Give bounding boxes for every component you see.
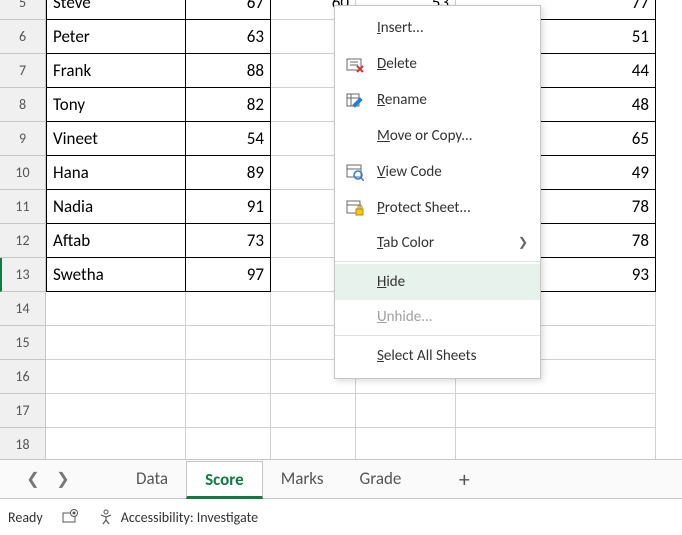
status-accessibility[interactable]: Accessibility: Investigate: [97, 508, 258, 526]
tab-nav-next[interactable]: ❯: [48, 460, 78, 498]
status-macro[interactable]: [61, 508, 79, 526]
menu-unhide: Unhide...: [335, 300, 540, 336]
cell-name[interactable]: Aftab: [46, 224, 186, 258]
cell-value[interactable]: 54: [186, 122, 271, 156]
empty-cell[interactable]: [186, 360, 271, 394]
delete-sheet-icon: [345, 54, 365, 74]
empty-cell[interactable]: [356, 428, 456, 462]
row-header[interactable]: 13: [0, 258, 46, 292]
row-header[interactable]: 11: [0, 190, 46, 224]
cell-value[interactable]: 63: [186, 20, 271, 54]
row-header[interactable]: 15: [0, 326, 46, 360]
empty-cell[interactable]: [46, 292, 186, 326]
empty-cell[interactable]: [271, 428, 356, 462]
rename-icon: [345, 90, 365, 110]
menu-delete[interactable]: Delete: [335, 46, 540, 82]
cell-name[interactable]: Tony: [46, 88, 186, 122]
menu-move-copy[interactable]: Move or Copy...: [335, 118, 540, 154]
empty-cell[interactable]: [356, 394, 456, 428]
empty-cell[interactable]: [186, 428, 271, 462]
row-header[interactable]: 18: [0, 428, 46, 462]
view-code-icon: [345, 162, 365, 182]
row-header[interactable]: 10: [0, 156, 46, 190]
spreadsheet-grid[interactable]: 5Steve676053776Peter63517Frank88448Tony8…: [0, 0, 656, 462]
sheet-context-menu: Insert... Delete Rename Move or Copy... …: [334, 5, 541, 379]
chevron-right-icon: ❯: [518, 235, 528, 250]
row-header[interactable]: 17: [0, 394, 46, 428]
menu-view-code[interactable]: View Code: [335, 154, 540, 190]
sheet-tab-marks[interactable]: Marks: [263, 460, 342, 498]
cell-value[interactable]: 91: [186, 190, 271, 224]
cell-name[interactable]: Vineet: [46, 122, 186, 156]
empty-cell[interactable]: [186, 292, 271, 326]
empty-cell[interactable]: [271, 394, 356, 428]
row-header[interactable]: 8: [0, 88, 46, 122]
add-sheet-button[interactable]: +: [449, 466, 479, 493]
menu-tab-color[interactable]: Tab Color ❯: [335, 226, 540, 262]
row-header[interactable]: 7: [0, 54, 46, 88]
status-bar: Ready Accessibility: Investigate: [0, 499, 682, 535]
cell-value[interactable]: 67: [186, 0, 271, 20]
row-header[interactable]: 14: [0, 292, 46, 326]
protect-icon: [345, 198, 365, 218]
empty-cell[interactable]: [186, 394, 271, 428]
menu-insert[interactable]: Insert...: [335, 10, 540, 46]
cell-value[interactable]: 89: [186, 156, 271, 190]
empty-cell[interactable]: [46, 360, 186, 394]
menu-rename[interactable]: Rename: [335, 82, 540, 118]
empty-cell[interactable]: [46, 326, 186, 360]
menu-protect-sheet[interactable]: Protect Sheet...: [335, 190, 540, 226]
empty-cell[interactable]: [456, 428, 656, 462]
empty-cell[interactable]: [46, 394, 186, 428]
tab-nav-prev[interactable]: ❮: [18, 460, 48, 498]
record-macro-icon: [61, 508, 79, 526]
row-header[interactable]: 5: [0, 0, 46, 20]
status-ready: Ready: [8, 509, 43, 526]
cell-name[interactable]: Peter: [46, 20, 186, 54]
empty-cell[interactable]: [186, 326, 271, 360]
cell-value[interactable]: 82: [186, 88, 271, 122]
row-header[interactable]: 12: [0, 224, 46, 258]
sheet-tab-score[interactable]: Score: [186, 461, 263, 499]
cell-value[interactable]: 73: [186, 224, 271, 258]
cell-name[interactable]: Hana: [46, 156, 186, 190]
row-header[interactable]: 6: [0, 20, 46, 54]
cell-name[interactable]: Swetha: [46, 258, 186, 292]
empty-cell[interactable]: [46, 428, 186, 462]
empty-cell[interactable]: [456, 394, 656, 428]
row-header[interactable]: 16: [0, 360, 46, 394]
row-header[interactable]: 9: [0, 122, 46, 156]
accessibility-icon: [97, 508, 115, 526]
sheet-tab-data[interactable]: Data: [118, 460, 186, 498]
menu-select-all-sheets[interactable]: Select All Sheets: [335, 338, 540, 374]
sheet-tabs-bar: ❮ ❯ Data Score Marks Grade +: [0, 459, 682, 499]
sheet-tab-grade[interactable]: Grade: [342, 460, 420, 498]
cell-value[interactable]: 88: [186, 54, 271, 88]
cell-value[interactable]: 97: [186, 258, 271, 292]
cell-name[interactable]: Nadia: [46, 190, 186, 224]
cell-name[interactable]: Frank: [46, 54, 186, 88]
menu-hide[interactable]: Hide: [335, 264, 540, 300]
cell-name[interactable]: Steve: [46, 0, 186, 20]
